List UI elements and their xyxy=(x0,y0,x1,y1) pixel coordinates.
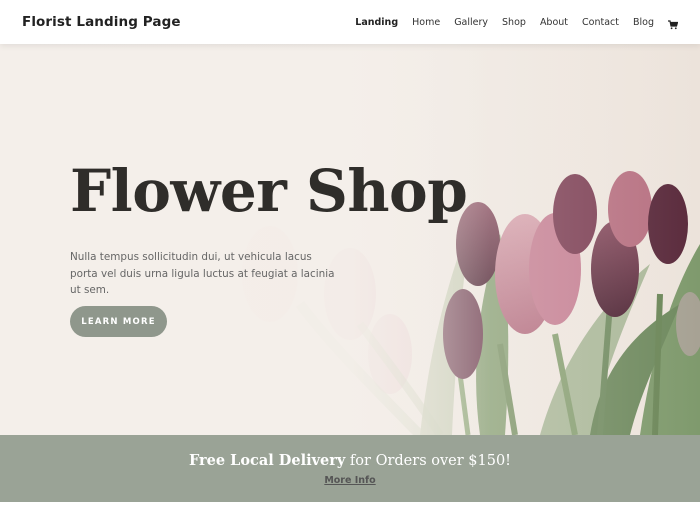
tulip-bouquet-image xyxy=(0,44,700,435)
learn-more-button[interactable]: LEARN MORE xyxy=(70,306,167,337)
delivery-message: Free Local Delivery for Orders over $150… xyxy=(0,435,700,469)
hero-description: Nulla tempus sollicitudin dui, ut vehicu… xyxy=(70,251,335,297)
site-header: Florist Landing Page Landing Home Galler… xyxy=(0,0,700,44)
main-nav: Landing Home Gallery Shop About Contact … xyxy=(355,17,679,30)
site-logo[interactable]: Florist Landing Page xyxy=(22,14,181,30)
delivery-highlight: Free Local Delivery xyxy=(188,452,346,469)
nav-item-landing[interactable]: Landing xyxy=(355,17,398,28)
nav-item-home[interactable]: Home xyxy=(412,17,440,28)
nav-item-shop[interactable]: Shop xyxy=(502,17,526,28)
delivery-banner: Free Local Delivery for Orders over $150… xyxy=(0,435,700,502)
nav-item-gallery[interactable]: Gallery xyxy=(454,17,488,28)
nav-item-contact[interactable]: Contact xyxy=(582,17,619,28)
hero-section: Flower Shop Nulla tempus sollicitudin du… xyxy=(0,44,700,435)
delivery-text: for Orders over $150! xyxy=(345,453,512,469)
nav-item-about[interactable]: About xyxy=(540,17,568,28)
hero-title: Flower Shop xyxy=(70,157,468,225)
more-info-link[interactable]: More Info xyxy=(324,475,375,486)
nav-item-blog[interactable]: Blog xyxy=(633,17,654,28)
cart-icon[interactable] xyxy=(668,17,679,30)
